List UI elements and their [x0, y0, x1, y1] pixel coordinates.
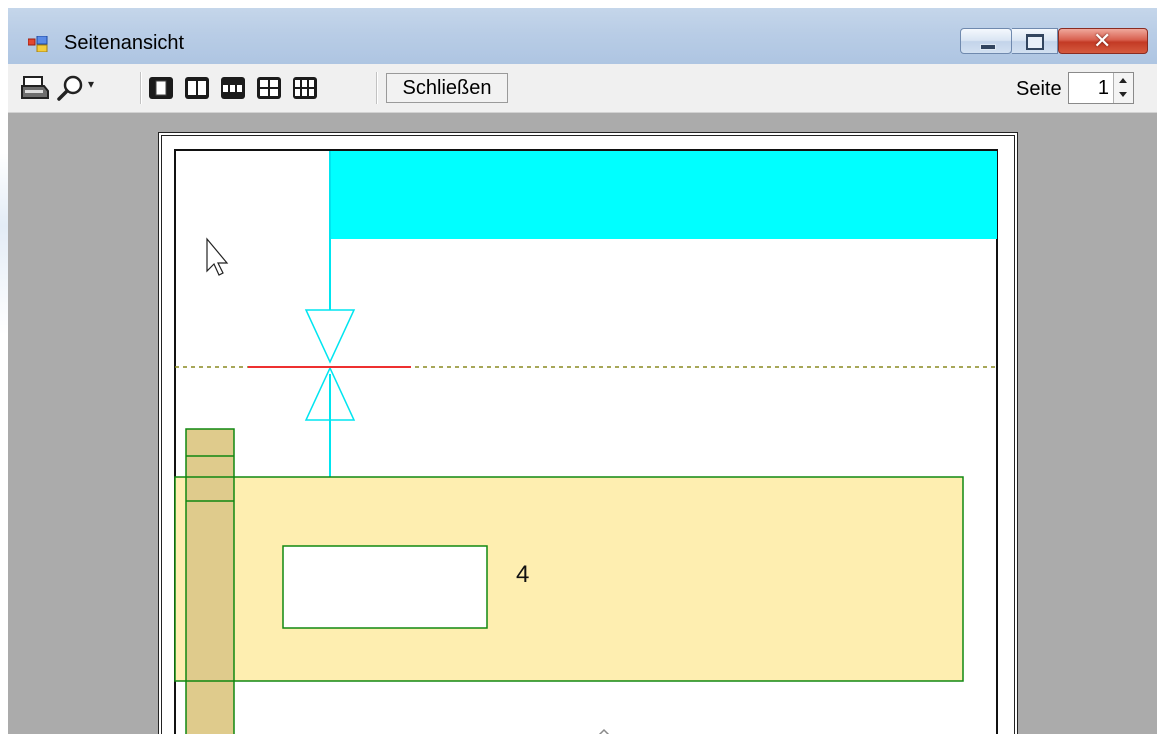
white-label-box [282, 545, 488, 629]
page-drawing: 4 [158, 132, 1018, 734]
zoom-dropdown-chevron-down-icon[interactable]: ▾ [88, 77, 102, 105]
app-icon [28, 36, 48, 52]
toolbar-separator [376, 72, 378, 104]
six-pages-icon[interactable] [292, 76, 318, 100]
maximize-icon [1026, 34, 1044, 50]
three-pages-icon[interactable] [220, 76, 246, 100]
preview-area[interactable]: 4 [8, 113, 1157, 734]
toolbar-separator [140, 72, 142, 104]
preview-page: 4 [158, 132, 1018, 734]
magnifier-icon[interactable] [56, 74, 86, 102]
mouse-cursor-icon [206, 237, 229, 276]
toolbar: ▾ Schließen Seite 1 [8, 64, 1157, 113]
close-icon: ✕ [1093, 28, 1112, 53]
tan-column [185, 428, 235, 734]
page-down-button[interactable] [1113, 88, 1133, 103]
close-preview-button[interactable]: Schließen [386, 73, 508, 103]
drawing-label-4: 4 [516, 561, 529, 588]
printer-icon[interactable] [20, 74, 50, 102]
close-window-button[interactable]: ✕ [1058, 28, 1148, 54]
spin-down-icon [1119, 92, 1127, 97]
minimize-button[interactable] [960, 28, 1012, 54]
cyan-tank-area [330, 151, 997, 239]
window-title: Seitenansicht [64, 32, 185, 54]
minimize-icon [980, 44, 996, 50]
title-bar[interactable]: Seitenansicht ✕ [8, 8, 1157, 64]
spin-up-icon [1119, 78, 1127, 83]
maximize-button[interactable] [1012, 28, 1058, 54]
valve-upper-triangle [304, 309, 356, 364]
page-label: Seite [1016, 78, 1062, 100]
page-up-button[interactable] [1113, 73, 1133, 88]
two-pages-icon[interactable] [184, 76, 210, 100]
print-preview-window: Seitenansicht ✕ ▾ Schließen Seite 1 4 [8, 8, 1157, 734]
one-page-icon[interactable] [148, 76, 174, 100]
window-frame-edge [0, 8, 8, 734]
four-pages-icon[interactable] [256, 76, 282, 100]
diamond-shape [598, 728, 610, 734]
